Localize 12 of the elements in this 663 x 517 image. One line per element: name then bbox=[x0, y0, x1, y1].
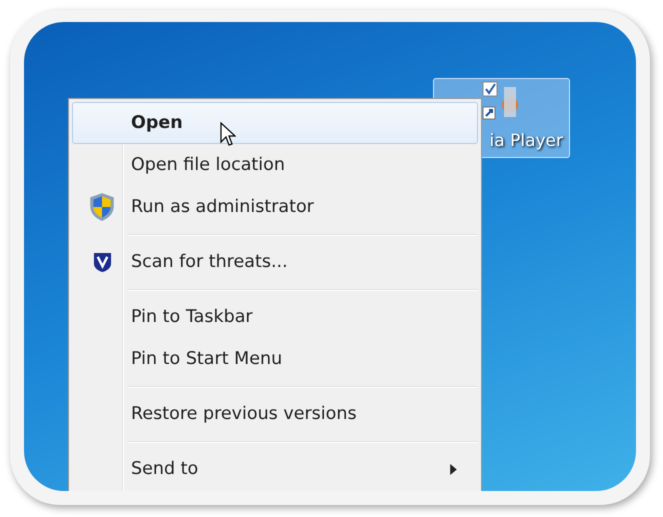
menu-item[interactable]: Run as administrator bbox=[72, 186, 478, 228]
pointer-cursor-icon bbox=[220, 122, 236, 148]
menu-item[interactable]: Restore previous versions bbox=[72, 393, 478, 435]
submenu-arrow-icon bbox=[450, 464, 457, 474]
menu-item[interactable]: Pin to Start Menu bbox=[72, 338, 478, 380]
menu-item[interactable]: Send to bbox=[72, 448, 478, 490]
shield-icon bbox=[89, 192, 115, 222]
menu-item[interactable]: Pin to Taskbar bbox=[72, 296, 478, 338]
shortcut-label: ia Player bbox=[490, 131, 563, 151]
menu-item[interactable]: Scan for threats... bbox=[72, 241, 478, 283]
shield-icon bbox=[92, 252, 112, 272]
menu-item[interactable]: Open bbox=[72, 102, 478, 144]
